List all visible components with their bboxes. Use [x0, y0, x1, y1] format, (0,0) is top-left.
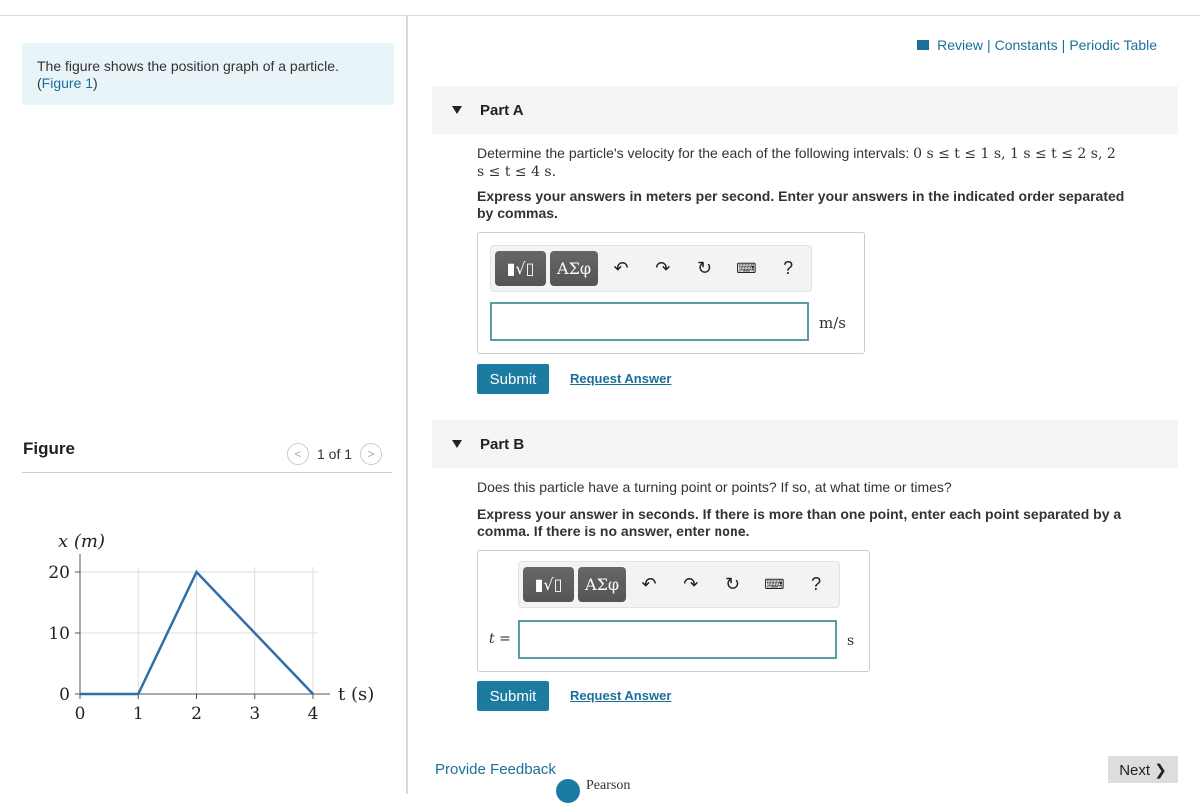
x-tick-label: 0: [75, 704, 86, 724]
templates-button[interactable]: ▮√▯: [523, 567, 574, 602]
math-toolbar: ▮√▯ ΑΣφ ↶ ↷ ↻ ⌨ ?: [518, 561, 840, 608]
part-a-submit-button[interactable]: Submit: [477, 364, 549, 394]
part-a-header[interactable]: Part A: [432, 86, 1178, 134]
redo-icon[interactable]: ↷: [672, 574, 710, 595]
unit-label: s: [847, 633, 854, 649]
part-a-title: Part A: [480, 102, 524, 119]
keyboard-icon[interactable]: ⌨: [727, 260, 765, 277]
reset-icon[interactable]: ↻: [714, 574, 752, 595]
figure-heading: Figure: [23, 439, 75, 459]
panel-divider[interactable]: [406, 15, 408, 794]
pager-text: 1 of 1: [317, 446, 352, 462]
undo-icon[interactable]: ↶: [602, 258, 640, 279]
part-b-answer-input[interactable]: [518, 620, 837, 659]
intro-box: The figure shows the position graph of a…: [22, 43, 394, 105]
collapse-triangle-icon: [452, 106, 462, 114]
constants-link[interactable]: Constants: [995, 37, 1058, 53]
templates-button[interactable]: ▮√▯: [495, 251, 546, 286]
undo-icon[interactable]: ↶: [630, 574, 668, 595]
intro-close: ): [93, 75, 98, 91]
y-tick-label: 10: [48, 624, 70, 644]
redo-icon[interactable]: ↷: [644, 258, 682, 279]
math-toolbar: ▮√▯ ΑΣφ ↶ ↷ ↻ ⌨ ?: [490, 245, 812, 292]
top-border: [0, 15, 1200, 16]
y-tick-label: 20: [48, 563, 70, 583]
next-figure-button[interactable]: >: [360, 443, 382, 465]
position-graph: x (m) t (s) 0 1 2 3 4 0 10 20: [0, 520, 400, 740]
x-axis-label: t (s): [338, 684, 374, 705]
part-b-submit-button[interactable]: Submit: [477, 681, 549, 711]
part-a-answer-box: ▮√▯ ΑΣφ ↶ ↷ ↻ ⌨ ? m/s: [477, 232, 865, 354]
x-tick-label: 4: [308, 704, 319, 724]
instructions-text: Express your answer in seconds. If there…: [477, 506, 1121, 539]
top-links: Review | Constants | Periodic Table: [917, 37, 1157, 53]
review-link[interactable]: Review: [937, 37, 983, 53]
part-a-answer-input[interactable]: [490, 302, 809, 341]
y-axis-label: x (m): [58, 531, 105, 552]
part-a-instructions: Express your answers in meters per secon…: [477, 188, 1137, 222]
figure-divider: [22, 472, 392, 473]
greek-button[interactable]: ΑΣφ: [578, 567, 626, 602]
question-text: Determine the particle's velocity for th…: [477, 145, 913, 161]
help-button[interactable]: ?: [797, 574, 835, 595]
part-b-request-answer-link[interactable]: Request Answer: [570, 688, 671, 703]
figure-pager: < 1 of 1 >: [287, 443, 382, 465]
part-a-question: Determine the particle's velocity for th…: [477, 145, 1117, 181]
prev-figure-button[interactable]: <: [287, 443, 309, 465]
none-keyword: none: [714, 525, 745, 540]
reset-icon[interactable]: ↻: [686, 258, 724, 279]
part-b-title: Part B: [480, 436, 524, 453]
figure-link[interactable]: Figure 1: [42, 75, 93, 91]
part-b-instructions: Express your answer in seconds. If there…: [477, 506, 1177, 541]
greek-button[interactable]: ΑΣφ: [550, 251, 598, 286]
periodic-table-link[interactable]: Periodic Table: [1069, 37, 1157, 53]
provide-feedback-link[interactable]: Provide Feedback: [435, 761, 556, 778]
part-b-answer-box: ▮√▯ ΑΣφ ↶ ↷ ↻ ⌨ ? t = s: [477, 550, 870, 672]
x-tick-label: 1: [133, 704, 144, 724]
book-icon: [917, 40, 929, 50]
x-tick-label: 3: [249, 704, 260, 724]
collapse-triangle-icon: [452, 440, 462, 448]
part-b-header[interactable]: Part B: [432, 420, 1178, 468]
pearson-brand-text: Pearson: [586, 779, 630, 793]
unit-label: m/s: [819, 314, 846, 332]
next-button[interactable]: Next ❯: [1108, 756, 1178, 783]
help-button[interactable]: ?: [769, 258, 807, 279]
x-tick-label: 2: [191, 704, 202, 724]
part-b-question: Does this particle have a turning point …: [477, 479, 1177, 496]
t-prefix: t =: [489, 631, 511, 647]
pearson-logo: [556, 779, 580, 803]
part-a-request-answer-link[interactable]: Request Answer: [570, 371, 671, 386]
period: .: [746, 523, 750, 539]
y-tick-label: 0: [59, 685, 70, 705]
keyboard-icon[interactable]: ⌨: [755, 576, 793, 593]
